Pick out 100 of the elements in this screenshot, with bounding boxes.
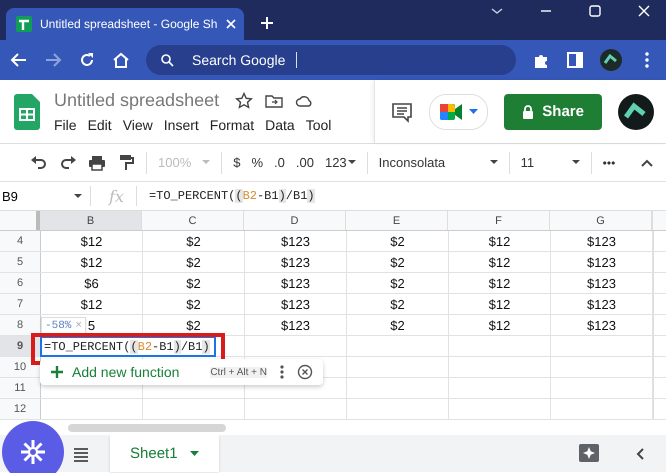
explore-icon[interactable] xyxy=(578,442,600,464)
lock-icon xyxy=(522,104,534,118)
menu-item[interactable]: Insert xyxy=(164,117,199,133)
menu-item[interactable]: File xyxy=(54,117,77,133)
formula-field[interactable]: =TO_PERCENT((B2-B1)/B1) xyxy=(136,189,315,203)
cell-value: $2 xyxy=(390,296,405,312)
close-icon[interactable] xyxy=(297,364,313,380)
menu-item[interactable]: Edit xyxy=(88,117,112,133)
plus-icon xyxy=(50,365,64,379)
caret-icon xyxy=(469,108,478,114)
cell-value: $12 xyxy=(488,318,510,332)
share-button[interactable]: Share xyxy=(504,94,602,130)
cell-value: $123 xyxy=(281,254,310,270)
menu-item[interactable]: Tool xyxy=(306,117,332,133)
cell-value: $123 xyxy=(587,318,616,332)
sparkle-icon xyxy=(19,438,47,466)
cell-value: $2 xyxy=(390,276,405,290)
cell-value: $12 xyxy=(80,234,102,248)
avatar-icon[interactable] xyxy=(618,94,654,130)
cell-value: $2 xyxy=(186,318,201,332)
cell-value: $2 xyxy=(186,296,201,312)
row-header[interactable]: 5 xyxy=(0,252,41,272)
document-title[interactable]: Untitled spreadsheet xyxy=(54,90,220,111)
cell-value: $123 xyxy=(587,296,616,312)
row-header[interactable]: 7 xyxy=(0,294,41,314)
search-icon xyxy=(160,53,174,67)
cell-value: $123 xyxy=(587,254,616,270)
redo-icon[interactable] xyxy=(59,154,77,172)
cell-value: $12 xyxy=(488,234,510,248)
caret-icon[interactable] xyxy=(572,160,580,165)
function-label: fx xyxy=(107,186,125,206)
cell-value: $2 xyxy=(390,318,405,332)
back-arrow-icon[interactable] xyxy=(10,51,28,69)
cell-value: $6 xyxy=(84,276,99,290)
cell-value: $2 xyxy=(390,254,405,270)
format-button[interactable]: % xyxy=(251,155,264,170)
cell-value: $2 xyxy=(390,234,405,248)
browser-tab[interactable]: Untitled spreadsheet - Google Sh xyxy=(6,8,244,40)
cell-value: $12 xyxy=(488,276,510,290)
more-button[interactable]: ••• xyxy=(602,156,616,170)
format-button[interactable]: $ xyxy=(233,155,240,170)
comment-icon[interactable] xyxy=(391,100,414,122)
preview-value: -58% xyxy=(45,320,72,332)
column-header[interactable]: G xyxy=(550,211,652,230)
column-header[interactable]: F xyxy=(448,211,550,230)
home-icon[interactable] xyxy=(112,51,130,69)
cell-value: $12 xyxy=(80,254,102,270)
star-icon[interactable] xyxy=(235,92,254,110)
avatar-icon[interactable] xyxy=(600,49,622,71)
cell-value: $12 xyxy=(488,254,510,270)
paint-roller-icon[interactable] xyxy=(117,154,135,172)
column-header[interactable]: E xyxy=(346,211,448,230)
print-icon[interactable] xyxy=(88,154,106,172)
menu-item[interactable]: Data xyxy=(265,117,295,133)
row-header[interactable]: 6 xyxy=(0,273,41,293)
menu-item[interactable]: View xyxy=(122,117,153,133)
cell-value: $123 xyxy=(281,318,310,332)
cell-value: $123 xyxy=(587,276,616,290)
row-header[interactable]: 11 xyxy=(0,378,41,398)
caret-icon[interactable] xyxy=(190,451,199,456)
undo-icon[interactable] xyxy=(30,154,48,172)
cell-value: $2 xyxy=(186,234,201,248)
spreadsheet-icon xyxy=(16,16,32,32)
sheet-tab[interactable]: Sheet1 xyxy=(110,435,219,472)
column-header[interactable]: C xyxy=(142,211,244,230)
cell-value: $2 xyxy=(186,276,201,290)
row-header[interactable]: 10 xyxy=(0,357,41,377)
forward-arrow-icon[interactable] xyxy=(44,51,62,69)
caret-icon[interactable] xyxy=(348,160,356,165)
row-header[interactable]: 8 xyxy=(0,315,41,335)
row-header[interactable]: 4 xyxy=(0,231,41,251)
sheets-logo-icon[interactable] xyxy=(14,94,40,130)
row-header[interactable]: 12 xyxy=(0,399,41,419)
cell-value: $12 xyxy=(488,296,510,312)
maximize-icon[interactable] xyxy=(588,4,602,18)
scrollbar-thumb[interactable] xyxy=(68,424,226,432)
name-box[interactable]: B9 xyxy=(0,188,90,204)
column-header[interactable]: B xyxy=(40,211,142,230)
side-panel-icon[interactable] xyxy=(566,51,584,69)
format-button[interactable]: 123 xyxy=(324,155,347,170)
font-dropdown[interactable]: Inconsolata xyxy=(378,155,479,170)
add-function-link[interactable]: Add new function xyxy=(72,364,180,380)
address-field[interactable]: Search Google xyxy=(192,52,297,68)
cell-value: 5 xyxy=(88,318,96,332)
caret-icon[interactable] xyxy=(490,160,498,165)
format-button[interactable]: .0 xyxy=(274,155,285,170)
font-size-dropdown[interactable]: 11 xyxy=(520,155,561,170)
column-header[interactable]: D xyxy=(244,211,346,230)
reload-icon[interactable] xyxy=(78,51,96,69)
new-tab-icon[interactable] xyxy=(260,16,274,30)
cell-value: $123 xyxy=(281,234,310,248)
tab-title: Untitled spreadsheet - Google Sh xyxy=(40,17,218,31)
cell-value: $123 xyxy=(281,296,310,312)
video-call-button[interactable] xyxy=(429,94,488,130)
cell-editor[interactable]: =TO_PERCENT((B2-B1)/B1) xyxy=(40,336,216,357)
menu-item[interactable]: Format xyxy=(210,117,254,133)
shortcut-hint: Ctrl + Alt + N xyxy=(210,366,267,378)
cell-value: $2 xyxy=(186,254,201,270)
cell-value: $12 xyxy=(80,296,102,312)
format-button[interactable]: .00 xyxy=(296,155,314,170)
